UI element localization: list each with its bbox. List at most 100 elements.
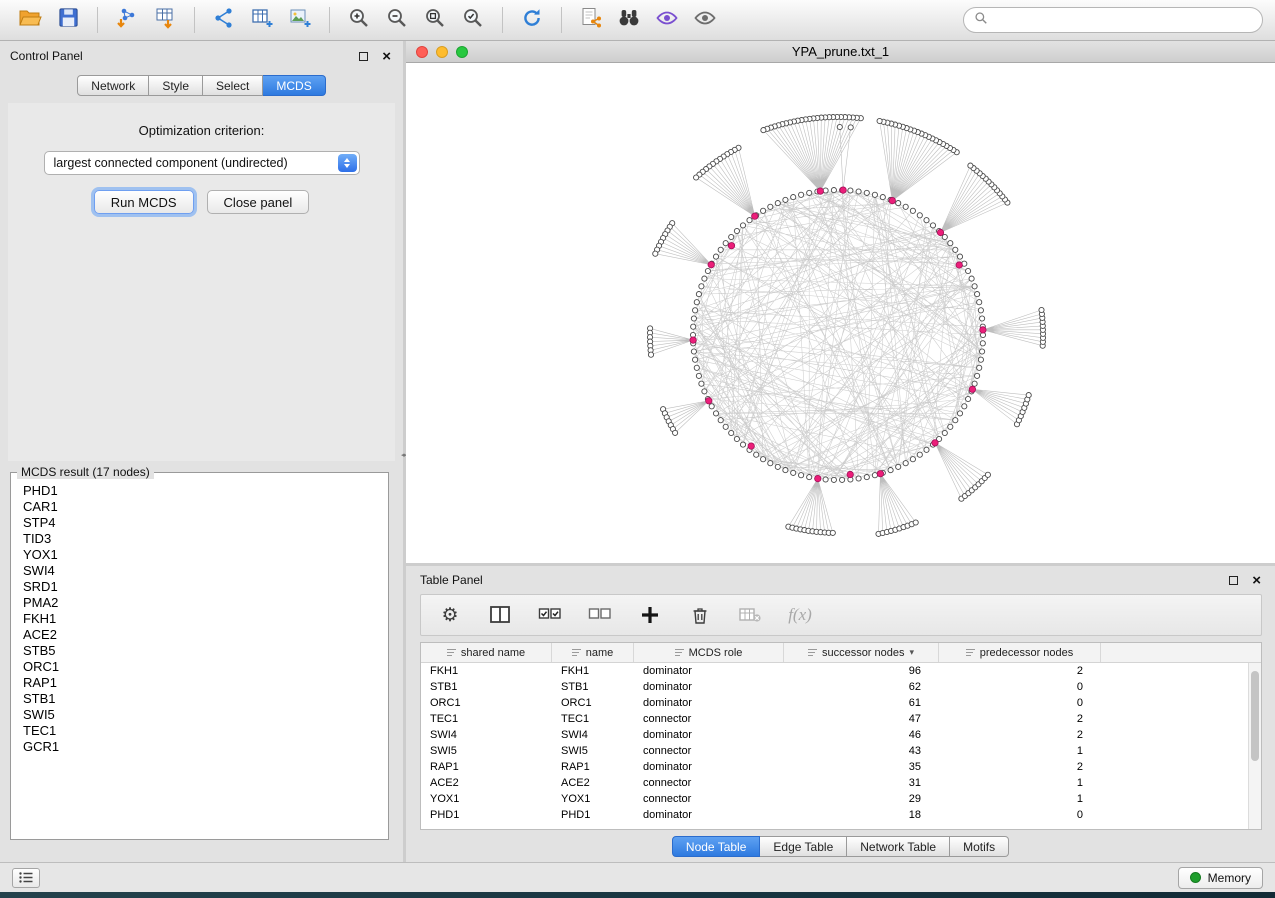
table-cell[interactable]: ORC1 bbox=[552, 697, 634, 709]
add-row-button[interactable] bbox=[637, 602, 663, 628]
table-cell[interactable]: RAP1 bbox=[552, 761, 634, 773]
table-cell[interactable]: 61 bbox=[784, 697, 939, 709]
table-cell[interactable]: dominator bbox=[634, 809, 784, 821]
memory-button[interactable]: Memory bbox=[1178, 867, 1263, 889]
table-cell[interactable]: 2 bbox=[939, 713, 1101, 725]
table-cell[interactable]: connector bbox=[634, 793, 784, 805]
show-graphics-details-button[interactable] bbox=[687, 5, 723, 35]
table-cell[interactable]: dominator bbox=[634, 729, 784, 741]
export-image-button[interactable] bbox=[282, 5, 318, 35]
tab-style[interactable]: Style bbox=[149, 75, 203, 96]
import-table-file-button[interactable] bbox=[147, 5, 183, 35]
table-row[interactable]: STB1STB1dominator620 bbox=[421, 679, 1261, 695]
zoom-out-button[interactable] bbox=[379, 5, 415, 35]
select-all-rows-button[interactable] bbox=[537, 602, 563, 628]
table-cell[interactable]: 31 bbox=[784, 777, 939, 789]
zoom-fit-button[interactable] bbox=[417, 5, 453, 35]
table-cell[interactable]: FKH1 bbox=[421, 665, 552, 677]
toolbar-search[interactable] bbox=[963, 7, 1263, 33]
mcds-result-item[interactable]: ACE2 bbox=[23, 627, 388, 643]
zoom-window-icon[interactable] bbox=[456, 46, 468, 58]
toggle-graphics-details-button[interactable] bbox=[649, 5, 685, 35]
table-cell[interactable]: 47 bbox=[784, 713, 939, 725]
table-cell[interactable]: PHD1 bbox=[421, 809, 552, 821]
network-window-titlebar[interactable]: YPA_prune.txt_1 bbox=[406, 41, 1275, 63]
table-cell[interactable]: STB1 bbox=[421, 681, 552, 693]
col-header-shared-name[interactable]: shared name bbox=[421, 643, 552, 662]
table-cell[interactable]: ACE2 bbox=[552, 777, 634, 789]
table-cell[interactable]: STB1 bbox=[552, 681, 634, 693]
col-header-predecessor-nodes[interactable]: predecessor nodes bbox=[939, 643, 1101, 662]
table-cell[interactable]: dominator bbox=[634, 681, 784, 693]
mcds-result-item[interactable]: CAR1 bbox=[23, 499, 388, 515]
table-cell[interactable]: 1 bbox=[939, 793, 1101, 805]
table-cell[interactable]: 96 bbox=[784, 665, 939, 677]
export-network-button[interactable] bbox=[573, 5, 609, 35]
table-scrollbar-thumb[interactable] bbox=[1251, 671, 1259, 761]
refresh-layout-button[interactable] bbox=[514, 5, 550, 35]
tab-network-table[interactable]: Network Table bbox=[847, 836, 950, 857]
col-header-name[interactable]: name bbox=[552, 643, 634, 662]
table-cell[interactable]: 0 bbox=[939, 697, 1101, 709]
table-cell[interactable]: 43 bbox=[784, 745, 939, 757]
save-session-button[interactable] bbox=[50, 5, 86, 35]
table-cell[interactable]: 35 bbox=[784, 761, 939, 773]
table-cell[interactable]: ORC1 bbox=[421, 697, 552, 709]
mcds-result-item[interactable]: FKH1 bbox=[23, 611, 388, 627]
table-row[interactable]: SWI4SWI4dominator462 bbox=[421, 727, 1261, 743]
col-header-successor-nodes[interactable]: successor nodes ▾ bbox=[784, 643, 939, 662]
minimize-window-icon[interactable] bbox=[436, 46, 448, 58]
tab-motifs[interactable]: Motifs bbox=[950, 836, 1009, 857]
table-cell[interactable]: 1 bbox=[939, 777, 1101, 789]
mcds-result-list[interactable]: PHD1CAR1STP4TID3YOX1SWI4SRD1PMA2FKH1ACE2… bbox=[11, 479, 388, 831]
table-cell[interactable]: SWI5 bbox=[552, 745, 634, 757]
col-header-mcds-role[interactable]: MCDS role bbox=[634, 643, 784, 662]
run-mcds-button[interactable]: Run MCDS bbox=[94, 190, 194, 214]
table-cell[interactable]: SWI5 bbox=[421, 745, 552, 757]
table-cell[interactable]: connector bbox=[634, 713, 784, 725]
close-window-icon[interactable] bbox=[416, 46, 428, 58]
table-cell[interactable]: dominator bbox=[634, 761, 784, 773]
zoom-selected-button[interactable] bbox=[455, 5, 491, 35]
table-cell[interactable]: dominator bbox=[634, 697, 784, 709]
table-row[interactable]: TEC1TEC1connector472 bbox=[421, 711, 1261, 727]
float-panel-icon[interactable] bbox=[359, 52, 368, 61]
table-mode-button[interactable]: ⚙ bbox=[437, 602, 463, 628]
search-network-button[interactable] bbox=[611, 5, 647, 35]
float-table-panel-icon[interactable] bbox=[1229, 576, 1238, 585]
delete-table-button[interactable] bbox=[737, 602, 763, 628]
mcds-result-item[interactable]: TEC1 bbox=[23, 723, 388, 739]
mcds-result-item[interactable]: ORC1 bbox=[23, 659, 388, 675]
table-cell[interactable]: connector bbox=[634, 745, 784, 757]
tab-mcds[interactable]: MCDS bbox=[263, 75, 325, 96]
table-cell[interactable]: 1 bbox=[939, 745, 1101, 757]
table-cell[interactable]: 18 bbox=[784, 809, 939, 821]
tab-network[interactable]: Network bbox=[77, 75, 149, 96]
table-scrollbar[interactable] bbox=[1248, 663, 1261, 829]
apply-function-button[interactable]: f(x) bbox=[787, 602, 813, 628]
deselect-all-rows-button[interactable] bbox=[587, 602, 613, 628]
table-row[interactable]: FKH1FKH1dominator962 bbox=[421, 663, 1261, 679]
open-session-button[interactable] bbox=[12, 5, 48, 35]
close-panel-button[interactable]: Close panel bbox=[207, 190, 310, 214]
table-cell[interactable]: 2 bbox=[939, 761, 1101, 773]
table-cell[interactable]: 0 bbox=[939, 681, 1101, 693]
table-cell[interactable]: 2 bbox=[939, 665, 1101, 677]
table-cell[interactable]: TEC1 bbox=[552, 713, 634, 725]
show-columns-button[interactable] bbox=[487, 602, 513, 628]
table-cell[interactable]: 2 bbox=[939, 729, 1101, 741]
table-cell[interactable]: dominator bbox=[634, 665, 784, 677]
table-cell[interactable]: SWI4 bbox=[421, 729, 552, 741]
mcds-result-item[interactable]: STB5 bbox=[23, 643, 388, 659]
table-row[interactable]: ACE2ACE2connector311 bbox=[421, 775, 1261, 791]
table-cell[interactable]: FKH1 bbox=[552, 665, 634, 677]
table-cell[interactable]: YOX1 bbox=[421, 793, 552, 805]
zoom-in-button[interactable] bbox=[341, 5, 377, 35]
table-row[interactable]: YOX1YOX1connector291 bbox=[421, 791, 1261, 807]
close-table-panel-icon[interactable]: × bbox=[1252, 576, 1261, 585]
table-row[interactable]: ORC1ORC1dominator610 bbox=[421, 695, 1261, 711]
criterion-dropdown[interactable]: largest connected component (undirected) bbox=[44, 151, 360, 175]
search-input[interactable] bbox=[994, 13, 1252, 27]
tab-select[interactable]: Select bbox=[203, 75, 263, 96]
delete-rows-button[interactable] bbox=[687, 602, 713, 628]
